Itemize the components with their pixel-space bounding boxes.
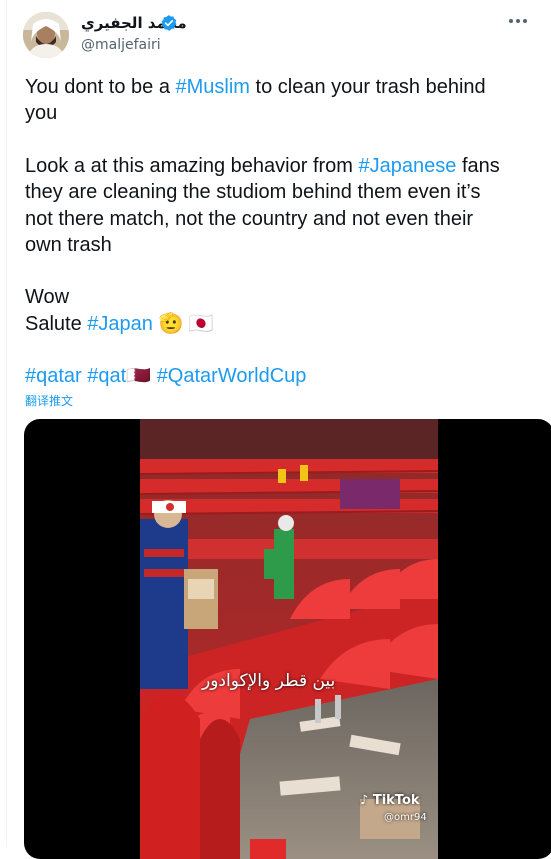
tiktok-logo-icon: ♪	[360, 793, 369, 808]
tweet-text-line: You dont to be a #Muslim to clean your t…	[25, 74, 486, 100]
tweet-text-segment: Look a at this amazing behavior from	[25, 154, 359, 177]
hashtag-link[interactable]: #qat	[87, 365, 126, 387]
hashtag-link[interactable]: #QatarWorldCup	[157, 365, 307, 387]
tweet-text-segment: own trash	[25, 233, 112, 256]
tweet-text-segment: Salute	[25, 312, 88, 335]
tweet-text-line: not there match, not the country and not…	[25, 206, 473, 232]
tweet-text-line: they are cleaning the studiom behind the…	[25, 179, 480, 205]
tweet-text-segment: not there match, not the country and not…	[25, 207, 474, 230]
tweet-text-line: you	[25, 100, 57, 126]
hashtag-link[interactable]: #qatar	[25, 365, 82, 387]
tweet-text-line: Wow	[25, 284, 69, 310]
author-handle[interactable]: @maljefairi	[81, 37, 161, 53]
tweet-text-segment: to clean your trash behind	[249, 76, 486, 98]
tweet-media-video[interactable]: بين قطر والإكوادور ♪ TikTok @omr94	[24, 419, 551, 859]
video-frame[interactable]: بين قطر والإكوادور ♪ TikTok @omr94	[140, 419, 438, 859]
hashtag-link[interactable]: #Japanese	[359, 155, 457, 177]
tiktok-watermark-label: TikTok	[372, 793, 420, 808]
tiktok-watermark: ♪ TikTok	[360, 793, 420, 808]
tweet-text-segment: they are cleaning the studiom behind the…	[25, 181, 481, 204]
tweet-text-segment: fans	[456, 154, 500, 177]
author-avatar[interactable]	[23, 12, 69, 58]
tweet-text-line: Salute #Japan 🫡 🇯🇵	[25, 311, 214, 337]
tweet-text-segment: Wow	[25, 286, 70, 309]
video-caption: بين قطر والإكوادور	[202, 671, 336, 691]
translate-tweet-link[interactable]: 翻译推文	[25, 392, 73, 409]
tweet-text-segment: 🫡 🇯🇵	[152, 312, 214, 335]
tweet-card: محمد الجفيري @maljefairi You dont to be …	[6, 0, 551, 859]
tiktok-username: @omr94	[384, 812, 427, 823]
tweet-text-segment: You dont to be a	[25, 76, 176, 98]
more-options-icon[interactable]	[507, 12, 529, 30]
hashtag-link[interactable]: #Japan	[87, 313, 153, 335]
tweet-text-line: own trash	[25, 232, 112, 258]
tweet-text-line: #qatar #qat🇶🇦 #QatarWorldCup	[25, 363, 306, 389]
tweet-text-segment: you	[25, 102, 58, 125]
hashtag-link[interactable]: #Muslim	[176, 76, 250, 98]
tweet-text-line: Look a at this amazing behavior from #Ja…	[25, 153, 500, 179]
tweet-text-segment: 🇶🇦	[126, 365, 152, 388]
verified-badge-icon	[161, 15, 177, 31]
